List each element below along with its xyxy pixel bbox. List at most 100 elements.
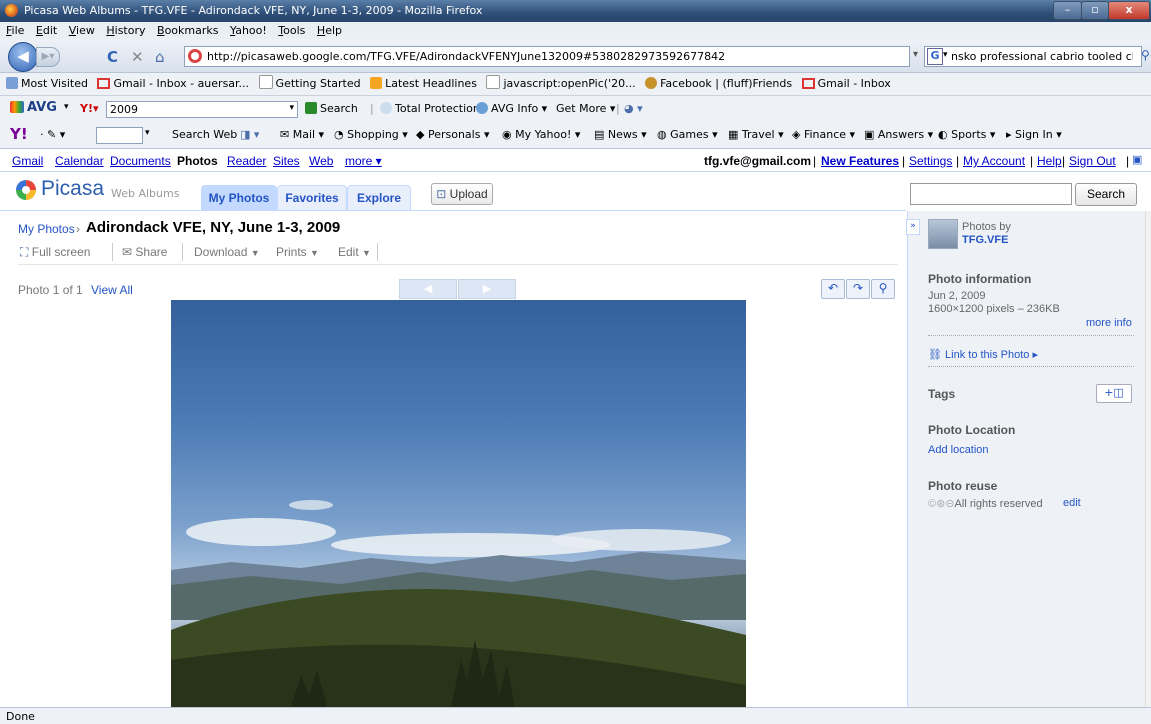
gbar-settings-link[interactable]: Settings: [909, 154, 952, 168]
avg-logo[interactable]: AVG: [10, 100, 57, 115]
maximize-button[interactable]: ▫: [1081, 1, 1109, 20]
yahoo-search-web-button[interactable]: Search Web: [172, 128, 237, 141]
main-photo[interactable]: [171, 300, 746, 707]
yahoo-news[interactable]: ▤ News ▾: [594, 128, 647, 141]
next-photo-button[interactable]: ▶: [458, 279, 516, 299]
owner-link[interactable]: TFG.VFE: [962, 234, 1008, 246]
picasa-search-button[interactable]: Search: [1075, 183, 1137, 206]
rotate-right-button[interactable]: ↷: [846, 279, 870, 299]
avatar[interactable]: [928, 219, 958, 249]
gbar-more-link[interactable]: more ▾: [345, 154, 382, 168]
yahoo-sports[interactable]: ◐ Sports ▾: [938, 128, 995, 141]
avg-search-dropdown-icon[interactable]: ▾: [289, 103, 294, 113]
yahoo-lock-icon[interactable]: ◨ ▾: [240, 128, 259, 141]
yahoo-shopping[interactable]: ◔ Shopping ▾: [334, 128, 408, 141]
gbar-help-link[interactable]: Help: [1037, 154, 1062, 168]
google-engine-icon[interactable]: G: [927, 48, 943, 65]
dropdown-icon[interactable]: ▾: [913, 49, 918, 60]
gbar-new-features-link[interactable]: New Features: [821, 154, 899, 168]
reuse-edit-link[interactable]: edit: [1063, 497, 1081, 509]
magnifier-icon[interactable]: ⚲: [1141, 48, 1150, 62]
avg-info-button[interactable]: AVG Info ▾: [476, 102, 547, 115]
bookmark-javascript[interactable]: javascript:openPic('20...: [486, 73, 636, 95]
full-screen-button[interactable]: ⛶ Full screen: [20, 245, 90, 260]
picasa-logo-icon[interactable]: [16, 180, 36, 200]
link-to-photo[interactable]: ⛓ Link to this Photo ▸: [928, 348, 1038, 361]
minimize-button[interactable]: –: [1053, 1, 1082, 20]
yahoo-sign-in[interactable]: ▸ Sign In ▾: [1006, 128, 1062, 141]
avg-logo-icon: [10, 101, 24, 113]
gbar-web-link[interactable]: Web: [309, 154, 333, 168]
bookmark-gmail-inbox-2[interactable]: Gmail - Inbox: [801, 73, 891, 95]
gbar-sign-out-link[interactable]: Sign Out: [1069, 154, 1116, 168]
add-tag-button[interactable]: +◫: [1096, 384, 1132, 403]
upload-button[interactable]: ⊡ Upload: [431, 183, 493, 205]
address-bar[interactable]: http://picasaweb.google.com/TFG.VFE/Adir…: [184, 46, 910, 67]
yahoo-search-dropdown-icon[interactable]: ▾: [145, 128, 150, 138]
view-all-link[interactable]: View All: [91, 283, 133, 297]
yahoo-my-yahoo[interactable]: ◉ My Yahoo! ▾: [502, 128, 580, 141]
breadcrumb-my-photos[interactable]: My Photos: [18, 222, 75, 236]
gbar-sites-link[interactable]: Sites: [273, 154, 300, 168]
bookmark-latest-headlines[interactable]: Latest Headlines: [370, 73, 477, 95]
yahoo-travel[interactable]: ▦ Travel ▾: [728, 128, 784, 141]
gbar-reader-link[interactable]: Reader: [227, 154, 266, 168]
menu-edit[interactable]: Edit: [36, 22, 57, 39]
avg-total-protection-button[interactable]: Total Protection: [380, 102, 480, 115]
stop-icon[interactable]: ✕: [131, 48, 144, 66]
yahoo-logo-icon[interactable]: Y!: [10, 125, 28, 143]
bookmark-facebook[interactable]: Facebook | (fluff)Friends: [645, 73, 792, 95]
forward-button[interactable]: ▶▾: [36, 47, 60, 67]
back-button[interactable]: ◀: [8, 42, 38, 72]
gbar-calendar-link[interactable]: Calendar: [55, 154, 104, 168]
yahoo-search-input[interactable]: [96, 127, 143, 144]
bookmark-most-visited[interactable]: Most Visited: [6, 73, 88, 95]
avg-search-input[interactable]: 2009 ▾: [106, 101, 298, 118]
gbar-documents-link[interactable]: Documents: [110, 154, 171, 168]
menu-history[interactable]: History: [106, 22, 145, 39]
menu-yahoo[interactable]: Yahoo!: [230, 22, 267, 39]
tab-my-photos[interactable]: My Photos: [201, 185, 277, 210]
menu-tools[interactable]: Tools: [278, 22, 305, 39]
bookmark-gmail-inbox[interactable]: Gmail - Inbox - auersar...: [97, 73, 249, 95]
menu-help[interactable]: Help: [317, 22, 342, 39]
add-location-link[interactable]: Add location: [928, 444, 989, 456]
picasa-logo-text[interactable]: Picasa: [41, 177, 104, 201]
tab-favorites[interactable]: Favorites: [277, 185, 347, 210]
reload-icon[interactable]: C: [107, 48, 118, 66]
avg-search-button[interactable]: Search: [305, 102, 358, 115]
bookmark-getting-started[interactable]: Getting Started: [258, 73, 361, 95]
gbar-my-account-link[interactable]: My Account: [963, 154, 1025, 168]
avg-menu-dropdown-icon[interactable]: ▾: [64, 102, 69, 112]
gbar-gmail-link[interactable]: Gmail: [12, 154, 43, 168]
scrollbar[interactable]: [1145, 211, 1151, 707]
yahoo-finance[interactable]: ◈ Finance ▾: [792, 128, 855, 141]
picasa-search-input[interactable]: [910, 183, 1072, 205]
previous-photo-button[interactable]: ◀: [399, 279, 457, 299]
close-button[interactable]: x: [1108, 1, 1150, 20]
yahoo-search-icon[interactable]: Y!▾: [80, 102, 99, 115]
prints-button[interactable]: Prints ▼: [276, 245, 319, 259]
tab-explore[interactable]: Explore: [347, 185, 411, 210]
zoom-button[interactable]: ⚲: [871, 279, 895, 299]
browser-search-input[interactable]: G ▾ nsko professional cabrio tooled clog…: [924, 46, 1142, 67]
save-icon[interactable]: ▣: [1132, 153, 1142, 166]
edit-button[interactable]: Edit ▼: [338, 245, 371, 259]
yahoo-mail[interactable]: ✉ Mail ▾: [280, 128, 324, 141]
yahoo-games[interactable]: ◍ Games ▾: [657, 128, 718, 141]
more-info-link[interactable]: more info: [1086, 317, 1132, 329]
menu-file[interactable]: File: [6, 22, 24, 39]
share-button[interactable]: ✉ Share: [122, 245, 167, 259]
download-button[interactable]: Download ▼: [194, 245, 260, 259]
avg-extra-icon[interactable]: ◕ ▾: [624, 102, 643, 115]
avg-get-more-button[interactable]: Get More ▾: [556, 102, 615, 115]
engine-dropdown-icon[interactable]: ▾: [943, 50, 948, 60]
yahoo-personals[interactable]: ◆ Personals ▾: [416, 128, 490, 141]
home-icon[interactable]: ⌂: [155, 48, 165, 66]
menu-bookmarks[interactable]: Bookmarks: [157, 22, 218, 39]
menu-view[interactable]: View: [69, 22, 95, 39]
rotate-left-button[interactable]: ↶: [821, 279, 845, 299]
pencil-icon[interactable]: · ✎ ▾: [40, 128, 65, 141]
yahoo-answers[interactable]: ▣ Answers ▾: [864, 128, 933, 141]
collapse-sidebar-icon[interactable]: »: [906, 219, 920, 235]
